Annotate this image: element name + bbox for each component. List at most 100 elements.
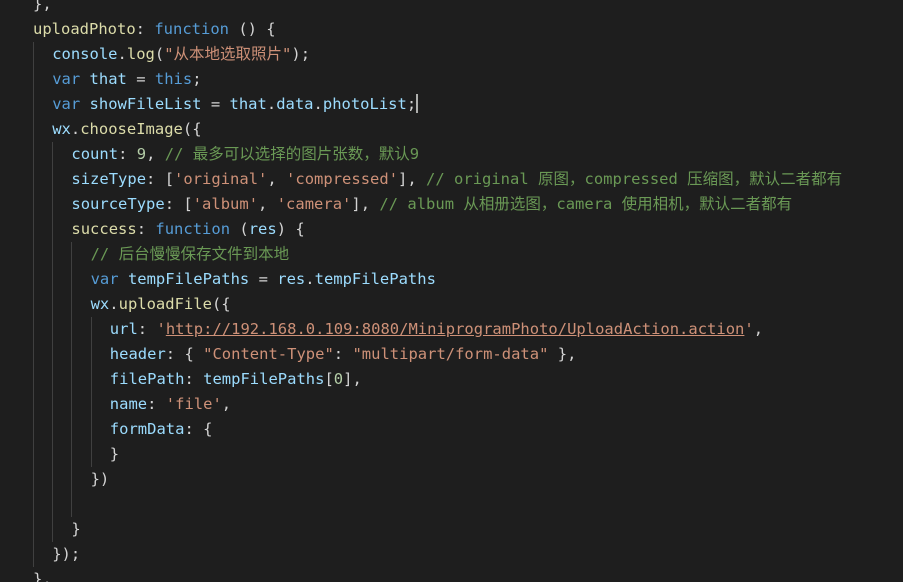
indent-guide	[33, 117, 34, 142]
indent-guide	[71, 292, 73, 317]
code-token: ],	[343, 370, 362, 388]
indent-guide	[33, 42, 34, 67]
code-line[interactable]: }	[33, 517, 903, 542]
code-token: },	[33, 570, 52, 582]
code-token: 'camera'	[276, 195, 352, 213]
code-token: =	[126, 70, 155, 88]
code-token: // 后台慢慢保存文件到本地	[90, 245, 290, 263]
code-line[interactable]: // 后台慢慢保存文件到本地	[33, 242, 903, 267]
code-line[interactable]	[33, 492, 903, 517]
code-token: .	[266, 95, 277, 113]
code-token: function	[155, 220, 231, 238]
code-token: data	[276, 95, 314, 113]
indent-guide	[33, 467, 34, 492]
code-token: : {	[165, 345, 204, 363]
indent-guide	[90, 442, 92, 467]
indent-guide	[52, 167, 54, 192]
indent-guide	[71, 367, 73, 392]
code-token: showFileList	[89, 95, 202, 113]
code-line[interactable]: uploadPhoto: function () {	[33, 17, 903, 42]
code-line[interactable]: wx.chooseImage({	[33, 117, 903, 142]
code-token: ({	[182, 120, 202, 138]
indent-guide	[33, 67, 34, 92]
code-line[interactable]: wx.uploadFile({	[33, 292, 903, 317]
code-token: ;	[192, 70, 202, 88]
code-token: tempFilePaths	[127, 270, 250, 288]
code-token: =	[249, 270, 278, 288]
code-token: 9	[136, 145, 147, 163]
code-token: =	[201, 95, 230, 113]
code-token: :	[135, 20, 155, 38]
code-token: ,	[258, 195, 277, 213]
indent-guide	[71, 317, 73, 342]
code-line[interactable]: sourceType: ['album', 'camera'], // albu…	[33, 192, 903, 217]
indent-guide	[33, 242, 34, 267]
code-line[interactable]: })	[33, 467, 903, 492]
code-token: name	[109, 395, 148, 413]
code-token: 'original'	[174, 170, 268, 188]
code-token: },	[33, 0, 52, 13]
code-token: tempFilePaths	[203, 370, 325, 388]
code-token: .	[109, 295, 119, 313]
indent-guide	[52, 442, 54, 467]
code-line[interactable]: name: 'file',	[33, 392, 903, 417]
indent-guide	[33, 292, 34, 317]
code-line[interactable]: },	[33, 0, 903, 17]
indent-guide	[71, 467, 73, 492]
code-token: filePath	[109, 370, 185, 388]
code-token: success	[71, 220, 137, 238]
code-line[interactable]: filePath: tempFilePaths[0],	[33, 367, 903, 392]
code-token: ],	[398, 170, 427, 188]
indent-guide	[71, 267, 73, 292]
code-token: // original 原图，compressed 压缩图，默认二者都有	[426, 170, 843, 188]
code-token: that	[89, 70, 127, 88]
code-token: },	[548, 345, 577, 363]
indent-guide	[33, 142, 34, 167]
code-line[interactable]: console.log("从本地选取照片");	[33, 42, 903, 67]
code-token: function	[154, 20, 229, 38]
code-token: );	[291, 45, 311, 63]
code-token: : [	[146, 170, 175, 188]
code-token: [	[324, 370, 334, 388]
indent-guide	[33, 517, 34, 542]
indent-guide	[33, 492, 34, 517]
code-line[interactable]: sizeType: ['original', 'compressed'], //…	[33, 167, 903, 192]
indent-guide	[33, 92, 34, 117]
indent-guide	[90, 417, 92, 442]
indent-guide	[33, 342, 34, 367]
code-token: count	[71, 145, 119, 163]
code-token: "multipart/form-data"	[352, 345, 549, 363]
code-line[interactable]: var that = this;	[33, 67, 903, 92]
code-token: ,	[267, 170, 287, 188]
code-line[interactable]: var tempFilePaths = res.tempFilePaths	[33, 267, 903, 292]
code-token: ({	[211, 295, 231, 313]
code-token: var	[52, 95, 81, 113]
code-token: ;	[406, 95, 417, 113]
indent-guide	[71, 442, 73, 467]
code-line[interactable]: var showFileList = that.data.photoList;	[33, 92, 903, 117]
code-token: 'album'	[192, 195, 259, 213]
code-lines[interactable]: }, uploadPhoto: function () {console.log(…	[33, 0, 903, 582]
code-line[interactable]: }	[33, 442, 903, 467]
code-token: :	[137, 320, 157, 338]
code-token: }	[71, 520, 81, 538]
indent-guide	[52, 242, 54, 267]
code-token: "Content-Type"	[203, 345, 334, 363]
code-editor[interactable]: }, uploadPhoto: function () {console.log(…	[0, 0, 903, 582]
indent-guide	[52, 517, 54, 542]
code-token: url	[109, 320, 138, 338]
code-line[interactable]: count: 9, // 最多可以选择的图片张数，默认9	[33, 142, 903, 167]
indent-guide	[33, 267, 34, 292]
code-line[interactable]: },	[33, 567, 903, 582]
code-line[interactable]: success: function (res) {	[33, 217, 903, 242]
code-token: "从本地选取照片"	[164, 45, 292, 63]
code-line[interactable]: url: 'http://192.168.0.109:8080/Miniprog…	[33, 317, 903, 342]
code-token: ) {	[276, 220, 305, 238]
code-line[interactable]: header: { "Content-Type": "multipart/for…	[33, 342, 903, 367]
code-token: })	[90, 470, 110, 488]
indent-guide	[52, 142, 54, 167]
code-line[interactable]: formData: {	[33, 417, 903, 442]
code-line[interactable]: });	[33, 542, 903, 567]
code-token: log	[126, 45, 155, 63]
